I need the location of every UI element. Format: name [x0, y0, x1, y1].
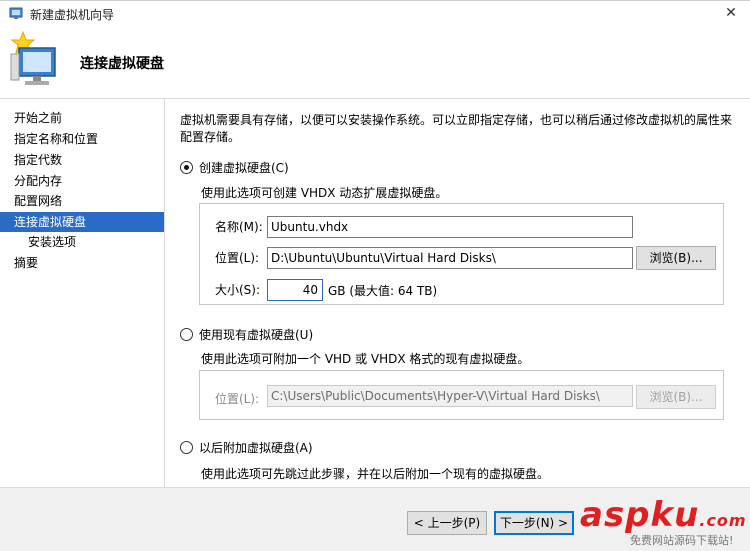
create-disk-option[interactable]: 创建虚拟硬盘(C) [180, 158, 289, 176]
page-title: 连接虚拟硬盘 [80, 56, 164, 72]
close-icon[interactable]: ✕ [716, 3, 746, 23]
existing-disk-radio[interactable] [180, 327, 193, 341]
wizard-step-nav: 开始之前 指定名称和位置 指定代数 分配内存 配置网络 连接虚拟硬盘 安装选项 … [0, 99, 165, 487]
existing-disk-label: 使用现有虚拟硬盘(U) [199, 327, 314, 342]
attach-later-hint: 使用此选项可先跳过此步骤，并在以后附加一个现有的虚拟硬盘。 [201, 467, 550, 481]
watermark-subtitle: 免费网站源码下载站! [630, 534, 734, 547]
nav-step-memory[interactable]: 分配内存 [0, 171, 164, 191]
site-watermark: aspku.com 免费网站源码下载站! [580, 496, 750, 551]
name-label: 名称(M): [215, 220, 263, 234]
next-button[interactable]: 下一步(N) > [494, 511, 574, 535]
hyper-v-app-icon [9, 7, 23, 19]
attach-later-option[interactable]: 以后附加虚拟硬盘(A) [180, 438, 313, 456]
attach-later-label: 以后附加虚拟硬盘(A) [199, 440, 313, 455]
nav-step-network[interactable]: 配置网络 [0, 191, 164, 211]
existing-location-label: 位置(L): [215, 392, 260, 406]
create-disk-radio[interactable] [180, 160, 193, 174]
description-text: 虚拟机需要具有存储，以便可以安装操作系统。可以立即指定存储，也可以稍后通过修改虚… [180, 113, 733, 144]
nav-step-connect-disk[interactable]: 连接虚拟硬盘 [0, 212, 164, 232]
nav-step-generation[interactable]: 指定代数 [0, 150, 164, 170]
previous-button[interactable]: < 上一步(P) [407, 511, 487, 535]
size-label: 大小(S): [215, 283, 261, 297]
nav-step-summary[interactable]: 摘要 [0, 253, 164, 273]
window-title: 新建虚拟机向导 [30, 8, 115, 22]
existing-disk-group: 位置(L): C:\Users\Public\Documents\Hyper-V… [199, 370, 724, 420]
nav-step-install-options[interactable]: 安装选项 [0, 232, 164, 252]
nav-step-before-you-begin[interactable]: 开始之前 [0, 108, 164, 128]
create-disk-label: 创建虚拟硬盘(C) [199, 160, 289, 175]
attach-later-radio[interactable] [180, 440, 193, 454]
wizard-body: 开始之前 指定名称和位置 指定代数 分配内存 配置网络 连接虚拟硬盘 安装选项 … [0, 99, 750, 487]
existing-location-input[interactable]: C:\Users\Public\Documents\Hyper-V\Virtua… [267, 385, 633, 407]
wizard-header: 连接虚拟硬盘 [0, 26, 750, 99]
disk-size-input[interactable]: 40 [267, 279, 323, 301]
title-bar: 新建虚拟机向导 ✕ [0, 0, 750, 26]
disk-location-input[interactable]: D:\Ubuntu\Ubuntu\Virtual Hard Disks\ [267, 247, 633, 269]
size-unit-text: GB (最大值: 64 TB) [328, 284, 438, 298]
create-disk-group: 名称(M): Ubuntu.vhdx 位置(L): D:\Ubuntu\Ubun… [199, 203, 724, 305]
new-vm-wizard-icon [10, 30, 56, 85]
location-label: 位置(L): [215, 251, 260, 265]
existing-browse-button[interactable]: 浏览(B)... [636, 385, 716, 409]
existing-disk-option[interactable]: 使用现有虚拟硬盘(U) [180, 325, 313, 343]
nav-step-name-location[interactable]: 指定名称和位置 [0, 129, 164, 149]
disk-name-input[interactable]: Ubuntu.vhdx [267, 216, 633, 238]
content-pane: 虚拟机需要具有存储，以便可以安装操作系统。可以立即指定存储，也可以稍后通过修改虚… [166, 99, 750, 487]
browse-button[interactable]: 浏览(B)... [636, 246, 716, 270]
create-disk-hint: 使用此选项可创建 VHDX 动态扩展虚拟硬盘。 [201, 186, 448, 200]
existing-disk-hint: 使用此选项可附加一个 VHD 或 VHDX 格式的现有虚拟硬盘。 [201, 352, 530, 366]
